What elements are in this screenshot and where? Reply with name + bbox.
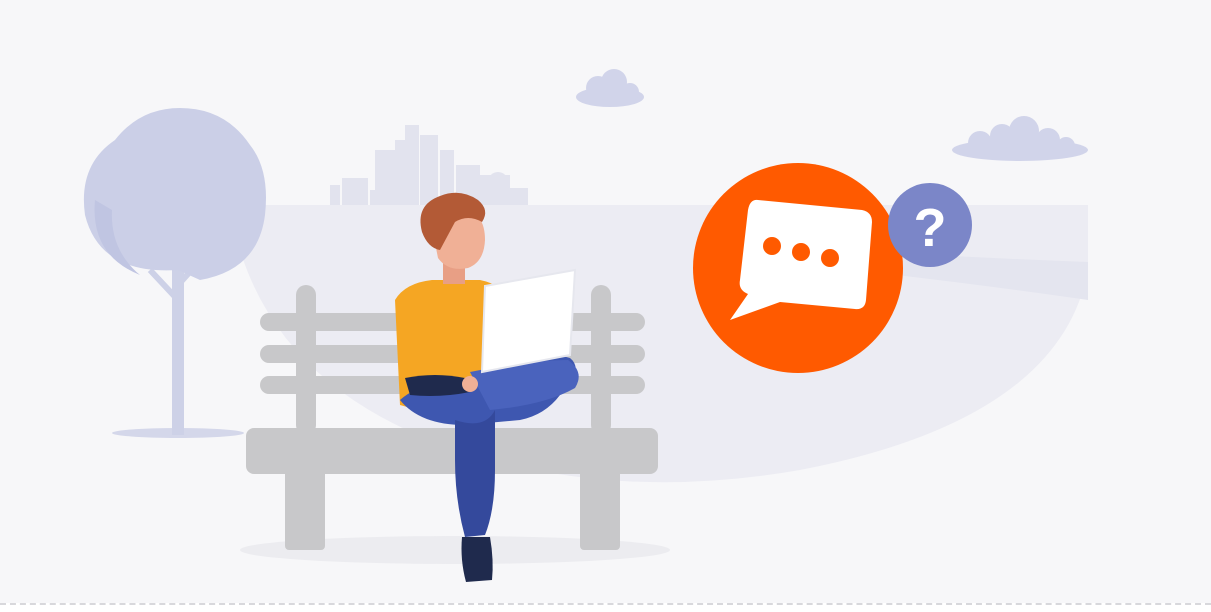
hand: [462, 376, 478, 392]
dashed-divider: [0, 603, 1211, 605]
scene-svg: ?: [0, 0, 1211, 603]
chat-bubble-icon: [693, 163, 903, 373]
pants-leg: [455, 410, 495, 537]
laptop-icon: [480, 268, 577, 374]
question-mark: ?: [914, 198, 947, 258]
shoe: [461, 537, 493, 582]
empty-state-illustration: ?: [0, 0, 1211, 612]
question-icon: ?: [888, 183, 972, 267]
arm-sleeve: [405, 375, 470, 396]
